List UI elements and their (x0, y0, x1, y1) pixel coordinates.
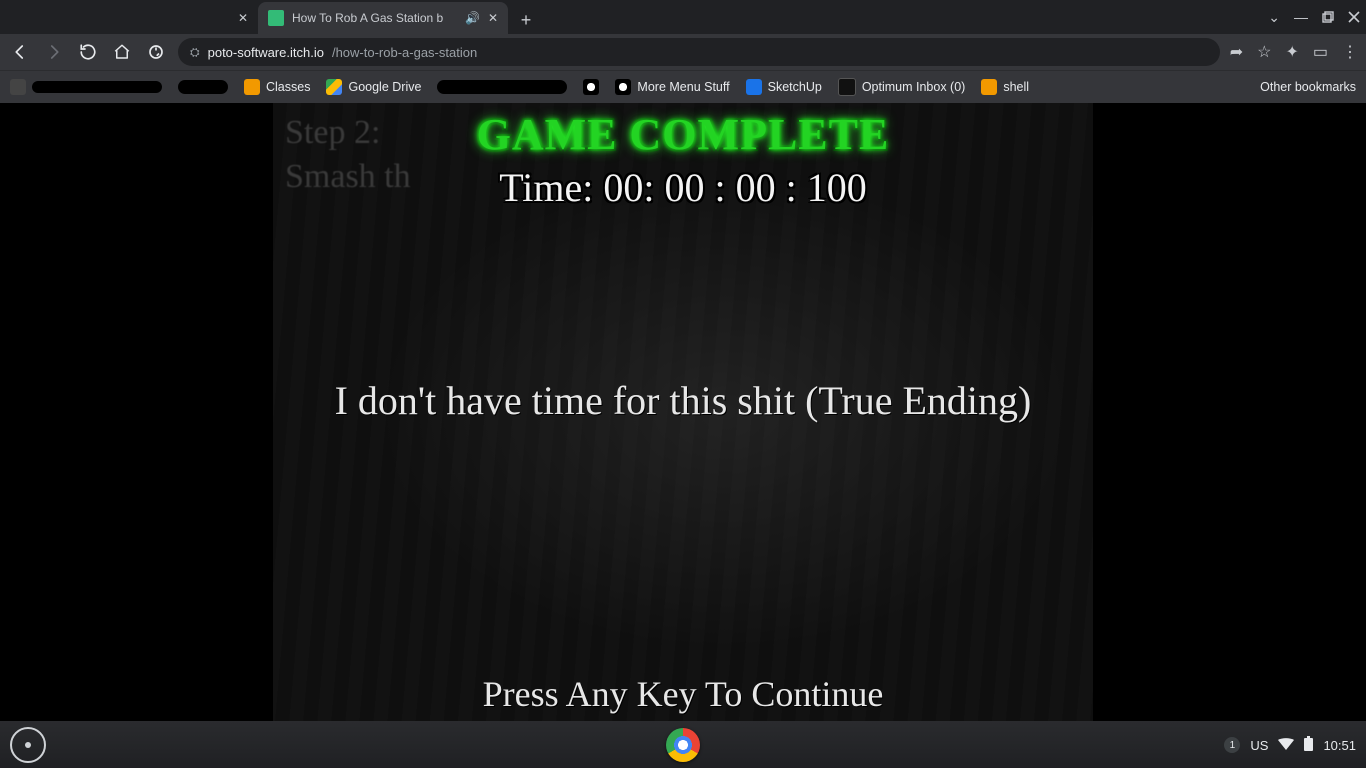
bookmark-item[interactable]: Classes (244, 79, 310, 95)
chromeos-shelf: 1 US 10:51 (0, 721, 1366, 768)
bookmark-favicon-icon (838, 78, 856, 96)
url-host: poto-software.itch.io (208, 45, 324, 60)
bookmarks-bar: Classes Google Drive More Menu Stuff Ske… (0, 70, 1366, 103)
share-icon[interactable]: ➦ (1230, 42, 1243, 62)
bookmark-label: SketchUp (768, 80, 822, 94)
tab-search-icon[interactable]: ⌄ (1268, 9, 1280, 26)
bookmark-item[interactable]: Google Drive (326, 79, 421, 95)
bookmark-item[interactable]: More Menu Stuff (615, 79, 729, 95)
side-panel-icon[interactable]: ▭ (1313, 42, 1328, 62)
window-close-icon[interactable] (1348, 11, 1360, 23)
extensions-icon[interactable]: ✦ (1285, 42, 1298, 62)
bookmark-favicon-icon (981, 79, 997, 95)
tab-close-icon[interactable]: ✕ (238, 11, 248, 25)
tab-strip: ✕ How To Rob A Gas Station b 🔊 ✕ + ⌄ — (0, 0, 1366, 34)
browser-menu-icon[interactable]: ⋮ (1342, 42, 1358, 62)
bookmark-favicon-icon (746, 79, 762, 95)
nav-reload-button[interactable] (76, 40, 100, 64)
url-path: /how-to-rob-a-gas-station (332, 45, 477, 60)
game-complete-heading: GAME COMPLETE (273, 109, 1093, 160)
new-tab-button[interactable]: + (512, 6, 540, 34)
bookmark-item[interactable]: shell (981, 79, 1029, 95)
bookmark-item[interactable] (583, 79, 599, 95)
bookmark-item[interactable]: Optimum Inbox (0) (838, 78, 966, 96)
notification-count-badge[interactable]: 1 (1224, 737, 1240, 753)
window-minimize-icon[interactable]: — (1294, 9, 1308, 25)
wifi-icon[interactable] (1278, 738, 1294, 753)
tab-close-icon[interactable]: ✕ (488, 11, 498, 25)
clock[interactable]: 10:51 (1323, 738, 1356, 753)
toolbar-actions: ➦ ☆ ✦ ▭ ⋮ (1230, 42, 1358, 62)
nav-forward-button[interactable] (42, 40, 66, 64)
bookmark-label: Google Drive (348, 80, 421, 94)
nav-back-button[interactable] (8, 40, 32, 64)
tab-favicon-icon (268, 10, 284, 26)
page-content: Step 2: Smash th GAME COMPLETE Time: 00:… (0, 103, 1366, 721)
bookmark-label: shell (1003, 80, 1029, 94)
browser-tab-active[interactable]: How To Rob A Gas Station b 🔊 ✕ (258, 2, 508, 34)
address-bar[interactable]: ⛭ poto-software.itch.io/how-to-rob-a-gas… (178, 38, 1220, 66)
bookmark-star-icon[interactable]: ☆ (1257, 42, 1271, 62)
nav-home-button[interactable] (110, 40, 134, 64)
bookmark-redacted[interactable] (178, 80, 228, 94)
google-search-icon[interactable] (144, 40, 168, 64)
globe-icon (583, 79, 599, 95)
bookmark-label: Classes (266, 80, 310, 94)
site-info-icon[interactable]: ⛭ (190, 45, 200, 60)
game-viewport[interactable]: Step 2: Smash th GAME COMPLETE Time: 00:… (273, 103, 1093, 721)
window-restore-icon[interactable] (1322, 11, 1334, 23)
bookmark-item[interactable]: SketchUp (746, 79, 822, 95)
shelf-apps (666, 728, 700, 762)
browser-toolbar: ⛭ poto-software.itch.io/how-to-rob-a-gas… (0, 34, 1366, 70)
system-tray[interactable]: 1 US 10:51 (1224, 736, 1356, 754)
launcher-button[interactable] (10, 727, 46, 763)
bookmark-redacted[interactable] (10, 79, 162, 95)
bookmark-favicon-icon (244, 79, 260, 95)
battery-icon[interactable] (1304, 736, 1313, 754)
browser-tab-inactive[interactable]: ✕ (8, 2, 258, 34)
bookmark-label: More Menu Stuff (637, 80, 729, 94)
tab-title: How To Rob A Gas Station b (292, 11, 457, 25)
ending-title: I don't have time for this shit (True En… (273, 371, 1093, 431)
window-controls: ⌄ — (1268, 0, 1360, 34)
chrome-app-icon[interactable] (666, 728, 700, 762)
other-bookmarks-folder[interactable]: Other bookmarks (1254, 80, 1356, 94)
bookmark-favicon-icon (326, 79, 342, 95)
tab-audio-icon[interactable]: 🔊 (465, 11, 480, 25)
press-any-key-prompt: Press Any Key To Continue (273, 673, 1093, 715)
bookmark-redacted[interactable] (437, 80, 567, 94)
bookmark-label: Optimum Inbox (0) (862, 80, 966, 94)
globe-icon (615, 79, 631, 95)
keyboard-lang-indicator[interactable]: US (1250, 738, 1268, 753)
other-bookmarks-label: Other bookmarks (1260, 80, 1356, 94)
game-timer: Time: 00: 00 : 00 : 100 (273, 164, 1093, 211)
